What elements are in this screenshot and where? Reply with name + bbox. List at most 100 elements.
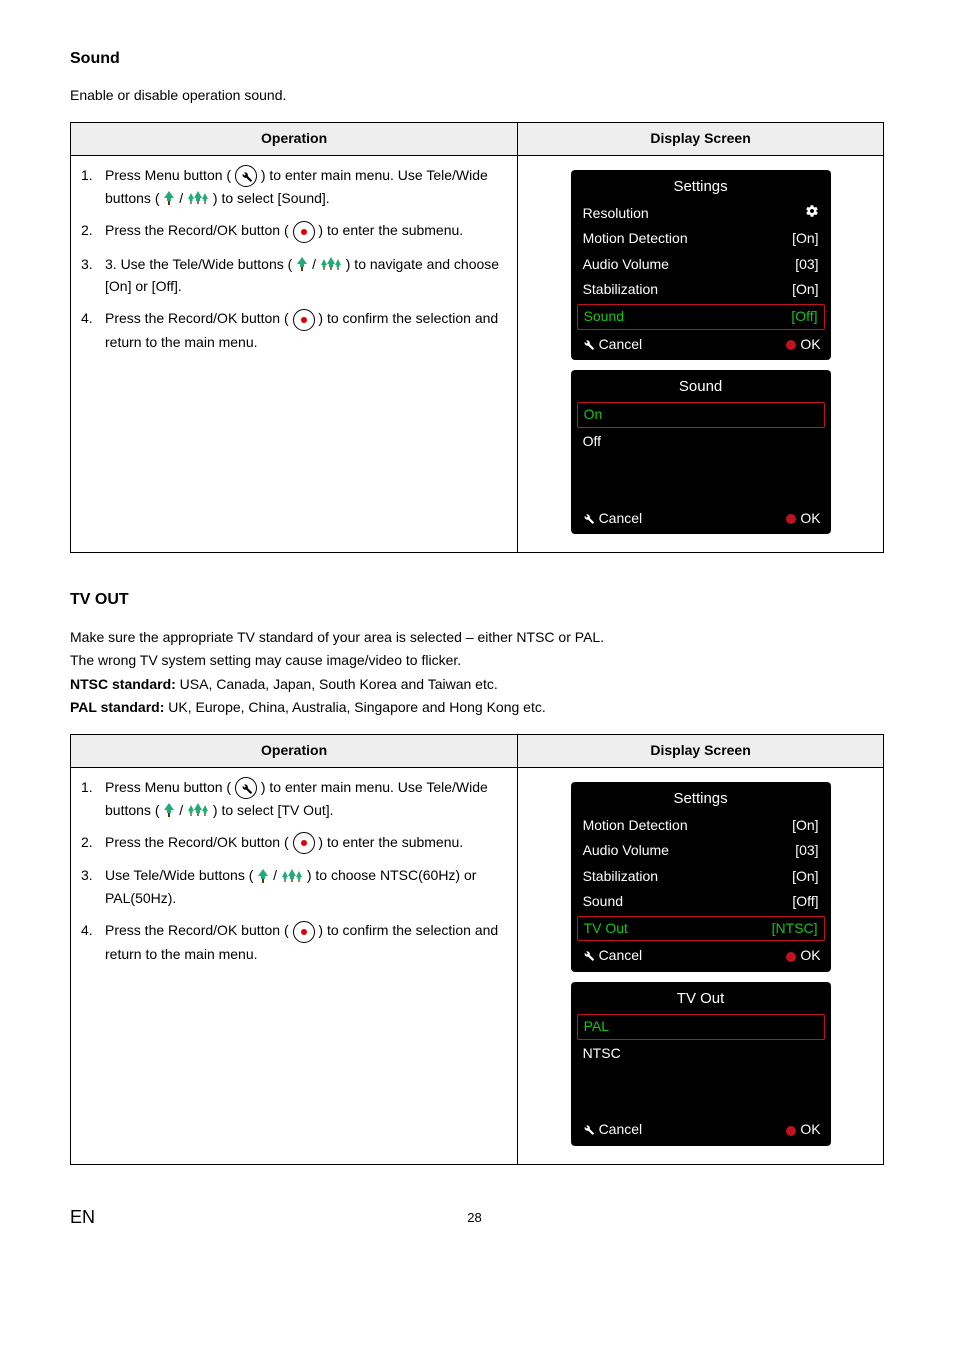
wide-icon [187, 803, 209, 819]
tvout-settings-screen: SettingsMotion Detection[On]Audio Volume… [571, 782, 831, 973]
row-value [805, 204, 819, 224]
step-num: 2. [81, 831, 105, 854]
section-sound: Sound Enable or disable operation sound.… [70, 48, 884, 553]
ok-label: OK [786, 946, 820, 966]
intro-line: The wrong TV system setting may cause im… [70, 651, 884, 671]
record-button-icon [293, 221, 315, 243]
screen-row: Stabilization [On] [571, 277, 831, 303]
step-num: 4. [81, 919, 105, 965]
menu-button-icon [235, 165, 257, 187]
row-label: Stabilization [583, 280, 659, 300]
sound-title: Sound [70, 48, 884, 70]
screen-row: Resolution [571, 201, 831, 227]
tele-icon [163, 191, 175, 207]
cancel-label: Cancel [581, 335, 643, 355]
screen-row: Audio Volume [03] [571, 838, 831, 864]
row-value: [On] [792, 229, 818, 249]
sound-sub-screen: SoundOnOff Cancel OK [571, 370, 831, 534]
sub-option: On [577, 402, 825, 428]
tele-icon [296, 257, 308, 273]
tvout-ds-cell: SettingsMotion Detection[On]Audio Volume… [518, 767, 884, 1165]
step-num: 4. [81, 307, 105, 353]
screen-title: Settings [571, 782, 831, 813]
row-label: Motion Detection [583, 229, 688, 249]
step-body: Press the Record/OK button ( ) to enter … [105, 219, 507, 242]
step: 3.3. Use the Tele/Wide buttons ( / ) to … [81, 253, 507, 298]
step-body: Press Menu button ( ) to enter main menu… [105, 164, 507, 210]
step-num: 3. [81, 253, 105, 298]
wide-icon [281, 869, 303, 885]
cancel-label: Cancel [581, 1120, 643, 1140]
screen-row: Sound[Off] [571, 889, 831, 915]
tvout-op-cell: 1.Press Menu button ( ) to enter main me… [71, 767, 518, 1165]
step-num: 1. [81, 164, 105, 210]
step: 1.Press Menu button ( ) to enter main me… [81, 164, 507, 210]
screen-row: TV Out[NTSC] [577, 916, 825, 942]
step-body: Press the Record/OK button ( ) to confir… [105, 919, 507, 965]
step-body: Press the Record/OK button ( ) to confir… [105, 307, 507, 353]
screen-row: Stabilization [On] [571, 864, 831, 890]
sound-ds-cell: SettingsResolutionMotion Detection[On]Au… [518, 155, 884, 553]
step: 3.Use Tele/Wide buttons ( / ) to choose … [81, 864, 507, 909]
screen-footer: Cancel OK [571, 505, 831, 535]
screen-title: Sound [571, 370, 831, 401]
step-body: Press the Record/OK button ( ) to enter … [105, 831, 507, 854]
cancel-label: Cancel [581, 946, 643, 966]
wide-icon [320, 257, 342, 273]
sub-option: PAL [577, 1014, 825, 1040]
step: 2.Press the Record/OK button ( ) to ente… [81, 219, 507, 242]
page-footer: EN 28 [70, 1205, 884, 1230]
th-display: Display Screen [518, 122, 884, 155]
tele-icon [257, 869, 269, 885]
ok-label: OK [786, 509, 820, 529]
step-num: 1. [81, 776, 105, 822]
row-value: [On] [792, 280, 818, 300]
row-value: [03] [795, 841, 818, 861]
th-operation: Operation [71, 122, 518, 155]
row-label: Sound [583, 892, 623, 912]
wide-icon [187, 191, 209, 207]
sub-option: Off [571, 429, 831, 455]
screen-row: Motion Detection [On] [571, 226, 831, 252]
step: 4.Press the Record/OK button ( ) to conf… [81, 919, 507, 965]
step-body: Use Tele/Wide buttons ( / ) to choose NT… [105, 864, 507, 909]
th-display2: Display Screen [518, 734, 884, 767]
step-body: 3. Use the Tele/Wide buttons ( / ) to na… [105, 253, 507, 298]
sound-intro: Enable or disable operation sound. [70, 86, 884, 106]
tvout-sub-screen: TV OutPALNTSCCancelOK [571, 982, 831, 1146]
step: 2.Press the Record/OK button ( ) to ente… [81, 831, 507, 854]
screen-row: Motion Detection[On] [571, 813, 831, 839]
screen-footer: Cancel OK [571, 1116, 831, 1146]
row-label: TV Out [584, 919, 628, 939]
sound-steps: 1.Press Menu button ( ) to enter main me… [81, 164, 507, 353]
ok-label: OK [786, 1120, 820, 1140]
tvout-table: Operation Display Screen 1.Press Menu bu… [70, 734, 884, 1165]
step: 4. Press the Record/OK button ( ) to con… [81, 307, 507, 353]
record-button-icon [293, 832, 315, 854]
step: 1.Press Menu button ( ) to enter main me… [81, 776, 507, 822]
row-label: Resolution [583, 204, 649, 224]
sound-intro-0: Enable or disable operation sound. [70, 86, 884, 106]
intro-line: Make sure the appropriate TV standard of… [70, 628, 884, 648]
row-label: Audio Volume [583, 841, 669, 861]
footer-page: 28 [95, 1209, 854, 1227]
row-label: Stabilization [583, 867, 659, 887]
row-label: Motion Detection [583, 816, 688, 836]
screen-row: Audio Volume[03] [571, 252, 831, 278]
row-label: Sound [584, 307, 624, 327]
tele-icon [163, 803, 175, 819]
ok-label: OK [786, 335, 820, 355]
screen-row: Sound[Off] [577, 304, 825, 330]
tvout-steps: 1.Press Menu button ( ) to enter main me… [81, 776, 507, 965]
footer-en: EN [70, 1205, 95, 1230]
screen-footer: Cancel OK [571, 331, 831, 361]
step-num: 3. [81, 864, 105, 909]
intro-line: NTSC standard: USA, Canada, Japan, South… [70, 675, 884, 695]
intro-line: PAL standard: UK, Europe, China, Austral… [70, 698, 884, 718]
row-value: [On] [792, 867, 818, 887]
step-body: Press Menu button ( ) to enter main menu… [105, 776, 507, 822]
cancel-label: Cancel [581, 509, 643, 529]
screen-footer: Cancel OK [571, 942, 831, 972]
row-value: [03] [795, 255, 818, 275]
step-num: 2. [81, 219, 105, 242]
